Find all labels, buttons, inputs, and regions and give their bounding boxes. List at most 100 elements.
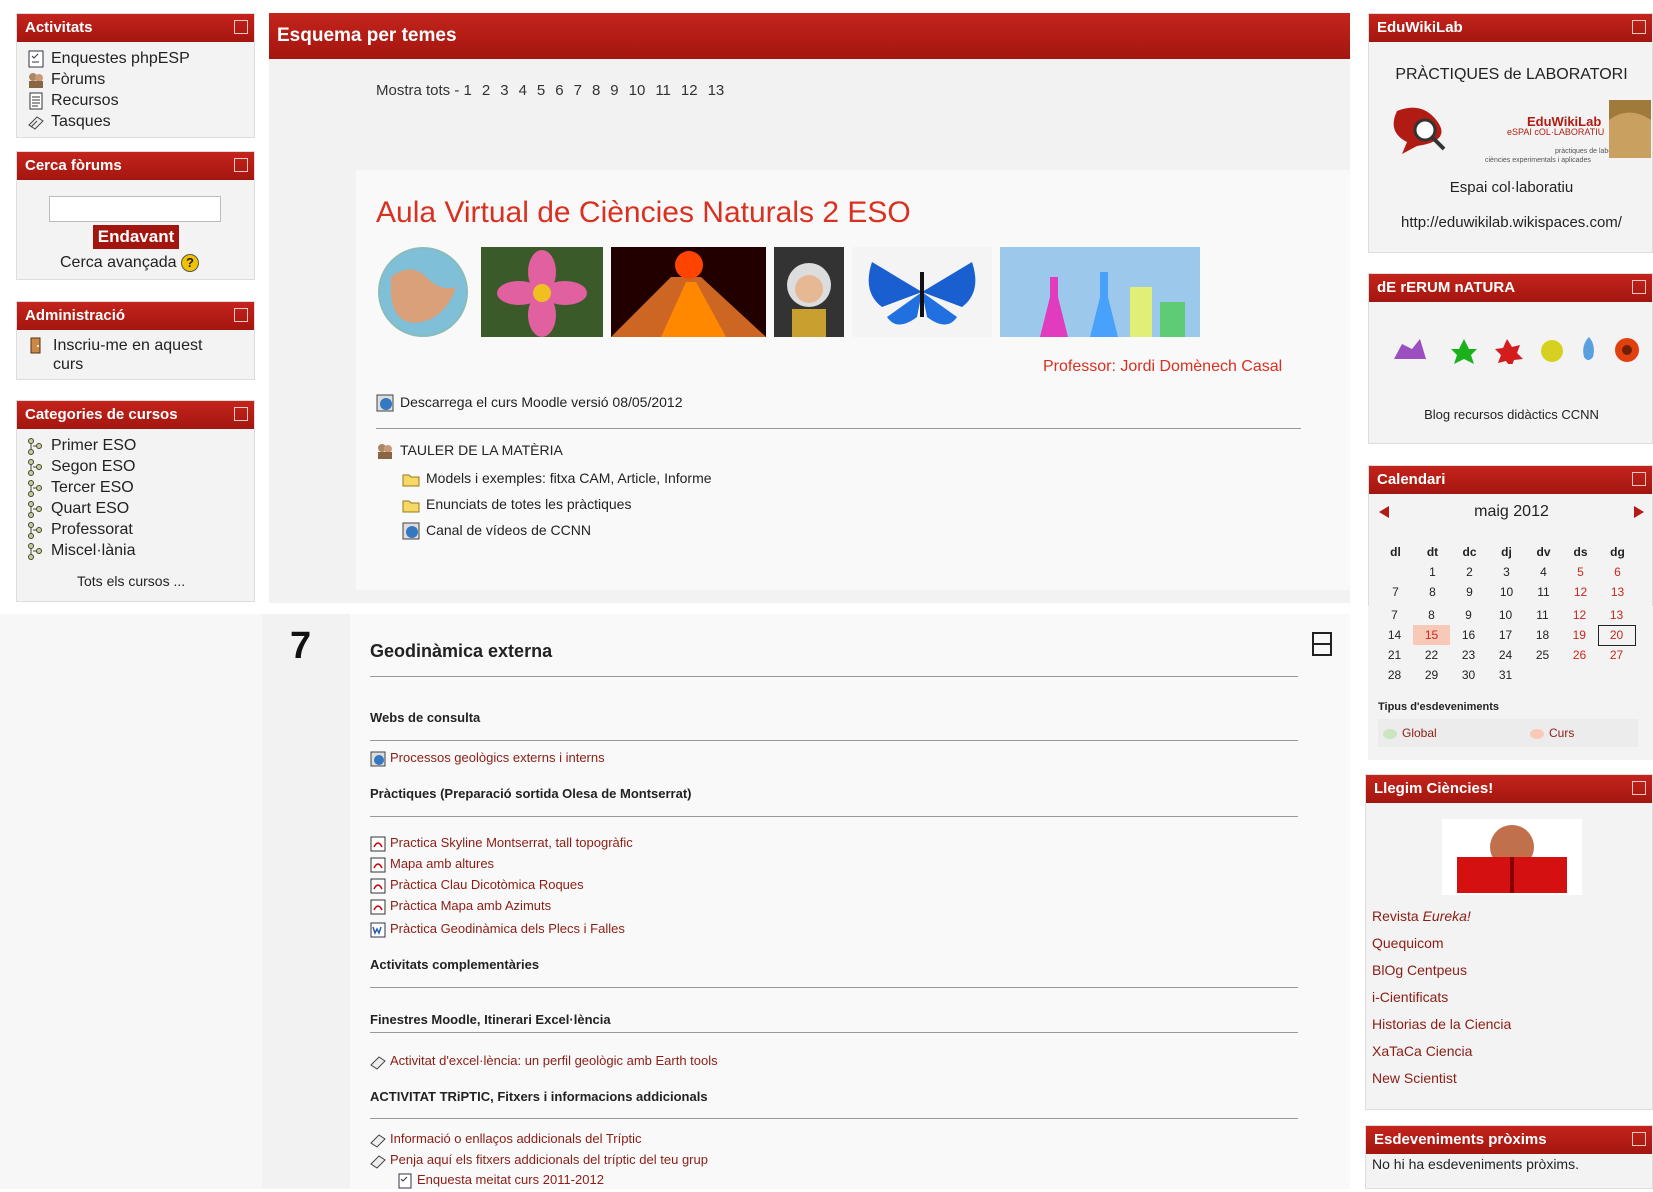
calendar-day[interactable]: 27 <box>1598 645 1635 665</box>
help-icon[interactable]: ? <box>180 254 199 272</box>
calendar-day[interactable]: 5 <box>1562 562 1599 582</box>
category-item[interactable]: Tercer ESO <box>27 477 254 498</box>
activity-resources[interactable]: Recursos <box>27 90 254 111</box>
all-courses-link[interactable]: Tots els cursos ... <box>77 573 185 589</box>
folder-models[interactable]: Models i exemples: fitxa CAM, Article, I… <box>402 470 712 488</box>
calendar-day[interactable]: 15 <box>1413 625 1450 645</box>
download-course-link[interactable]: Descarrega el curs Moodle versió 08/05/2… <box>376 394 683 412</box>
calendar-day[interactable]: 3 <box>1488 562 1525 582</box>
month-label[interactable]: maig 2012 <box>1369 503 1653 521</box>
calendar-day[interactable]: 10 <box>1487 605 1524 625</box>
calendar-day[interactable]: 16 <box>1450 625 1487 645</box>
eduwiki-logo[interactable]: EduWikiLab eSPAI cOL·LABORATIU pràctique… <box>1387 100 1652 170</box>
calendar-day[interactable]: 30 <box>1450 665 1487 685</box>
science-link[interactable]: i-Cientificats <box>1372 984 1511 1011</box>
calendar-day[interactable]: 25 <box>1524 645 1561 665</box>
calendar-day[interactable]: 12 <box>1561 605 1598 625</box>
calendar-day[interactable]: 13 <box>1598 605 1635 625</box>
pdf-link[interactable]: Practica Skyline Montserrat, tall topogr… <box>370 835 633 852</box>
calendar-day[interactable] <box>1524 665 1561 685</box>
calendar-day[interactable]: 22 <box>1413 645 1450 665</box>
calendar-day[interactable]: 8 <box>1414 582 1451 602</box>
tauler-forum-link[interactable]: TAULER DE LA MATÈRIA <box>376 442 563 460</box>
calendar-day[interactable]: 28 <box>1376 665 1413 685</box>
video-channel-link[interactable]: Canal de vídeos de CCNN <box>402 522 591 540</box>
calendar-day[interactable]: 17 <box>1487 625 1524 645</box>
triptic-upload-link[interactable]: Penja aquí els fitxers addicionals del t… <box>370 1152 708 1169</box>
triptic-info-link[interactable]: Informació o enllaços addicionals del Tr… <box>370 1131 641 1148</box>
topic-link[interactable]: 5 <box>537 82 545 99</box>
hide-block-icon[interactable] <box>1632 781 1646 795</box>
calendar-day[interactable]: 2 <box>1451 562 1488 582</box>
calendar-day[interactable]: 7 <box>1377 582 1414 602</box>
calendar-day[interactable] <box>1598 665 1635 685</box>
hide-block-icon[interactable] <box>234 308 248 322</box>
hide-block-icon[interactable] <box>234 407 248 421</box>
pdf-link[interactable]: Mapa amb altures <box>370 856 494 873</box>
hide-block-icon[interactable] <box>1632 280 1646 294</box>
calendar-day[interactable]: 23 <box>1450 645 1487 665</box>
calendar-day[interactable]: 8 <box>1413 605 1450 625</box>
topic-link[interactable]: 9 <box>610 82 618 99</box>
topic-link[interactable]: 12 <box>681 82 698 99</box>
show-only-topic-icon[interactable] <box>1312 632 1332 656</box>
search-go-button[interactable]: Endavant <box>93 225 179 249</box>
calendar-day[interactable]: 12 <box>1562 582 1599 602</box>
topic-link[interactable]: 10 <box>629 82 646 99</box>
excellence-activity-link[interactable]: Activitat d'excel·lència: un perfil geol… <box>370 1053 718 1070</box>
enrol-link[interactable]: Inscriu-me en aquest curs <box>17 330 254 374</box>
calendar-day[interactable]: 10 <box>1488 582 1525 602</box>
calendar-day[interactable]: 11 <box>1524 605 1561 625</box>
calendar-day[interactable]: 18 <box>1524 625 1561 645</box>
topic-link[interactable]: 6 <box>555 82 563 99</box>
science-link[interactable]: Quequicom <box>1372 930 1511 957</box>
hide-block-icon[interactable] <box>1632 20 1646 34</box>
topic-link[interactable]: 1 <box>464 82 472 99</box>
calendar-day[interactable]: 20 <box>1597 624 1636 646</box>
science-link[interactable]: BlOg Centpeus <box>1372 957 1511 984</box>
science-link[interactable]: XaTaCa Ciencia <box>1372 1038 1511 1065</box>
category-item[interactable]: Professorat <box>27 519 254 540</box>
pdf-link[interactable]: Pràctica Clau Dicotòmica Roques <box>370 877 584 894</box>
hide-block-icon[interactable] <box>1632 1132 1646 1146</box>
calendar-day[interactable]: 7 <box>1376 605 1413 625</box>
calendar-day[interactable]: 9 <box>1451 582 1488 602</box>
calendar-day[interactable]: 4 <box>1525 562 1562 582</box>
calendar-day[interactable] <box>1561 665 1598 685</box>
advanced-search-link[interactable]: Cerca avançada ? <box>60 252 199 273</box>
calendar-day[interactable]: 29 <box>1413 665 1450 685</box>
course-events-toggle[interactable]: Curs <box>1530 726 1574 740</box>
calendar-day[interactable]: 14 <box>1376 625 1413 645</box>
hide-block-icon[interactable] <box>234 20 248 34</box>
calendar-day[interactable]: 26 <box>1561 645 1598 665</box>
topic-link[interactable]: 3 <box>500 82 508 99</box>
rerum-icons[interactable] <box>1389 334 1639 368</box>
topic-link[interactable]: 13 <box>708 82 725 99</box>
activity-surveys[interactable]: Enquestes phpESP <box>27 48 254 69</box>
topic-link[interactable]: 8 <box>592 82 600 99</box>
eduwiki-url-link[interactable]: http://eduwikilab.wikispaces.com/ <box>1369 214 1653 231</box>
folder-statements[interactable]: Enunciats de totes les pràctiques <box>402 496 631 514</box>
next-month-arrow-icon[interactable] <box>1634 506 1644 518</box>
hide-block-icon[interactable] <box>1632 472 1646 486</box>
processes-link[interactable]: Processos geològics externs i interns <box>370 750 605 767</box>
blog-link[interactable]: Blog recursos didàctics CCNN <box>1369 407 1653 422</box>
calendar-day[interactable]: 19 <box>1561 625 1598 645</box>
calendar-day[interactable]: 1 <box>1414 562 1451 582</box>
activity-forums[interactable]: Fòrums <box>27 69 254 90</box>
category-item[interactable]: Segon ESO <box>27 456 254 477</box>
category-item[interactable]: Quart ESO <box>27 498 254 519</box>
topic-link[interactable]: 7 <box>574 82 582 99</box>
topic-link[interactable]: 2 <box>482 82 490 99</box>
calendar-day[interactable]: 9 <box>1450 605 1487 625</box>
calendar-day[interactable]: 11 <box>1525 582 1562 602</box>
category-item[interactable]: Miscel·lània <box>27 540 254 561</box>
hide-block-icon[interactable] <box>234 158 248 172</box>
calendar-day[interactable]: 21 <box>1376 645 1413 665</box>
calendar-day[interactable]: 6 <box>1599 562 1636 582</box>
topic-link[interactable]: 4 <box>519 82 527 99</box>
pdf-link[interactable]: Pràctica Mapa amb Azimuts <box>370 898 551 915</box>
calendar-day[interactable]: 24 <box>1487 645 1524 665</box>
global-events-toggle[interactable]: Global <box>1383 726 1437 740</box>
mid-course-survey-link[interactable]: Enquesta meitat curs 2011-2012 <box>397 1172 604 1189</box>
